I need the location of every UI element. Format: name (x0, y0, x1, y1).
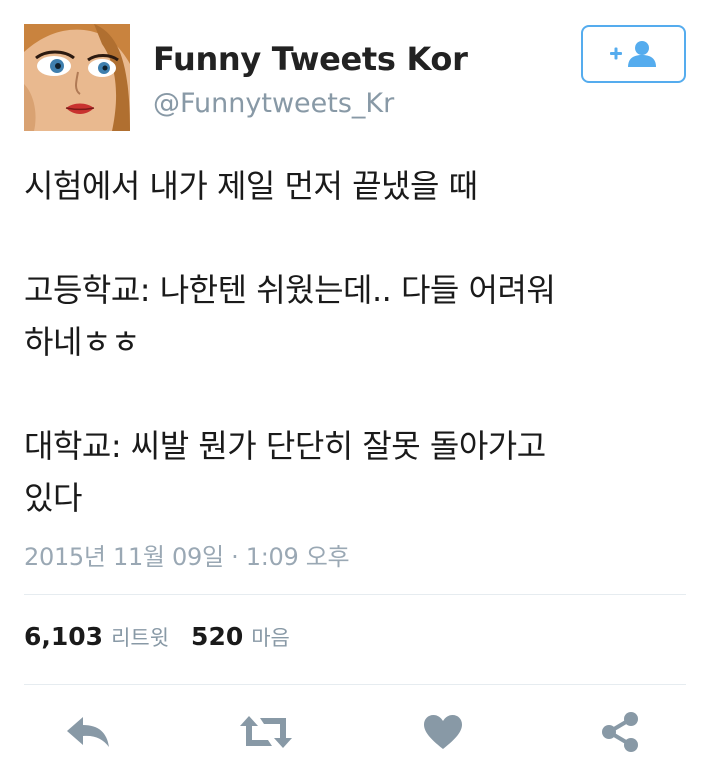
retweet-label[interactable]: 리트윗 (111, 622, 169, 652)
divider (24, 684, 686, 685)
avatar[interactable] (24, 24, 130, 131)
tweet-line: 고등학교: 나한텐 쉬웠는데.. 다들 어려워 (24, 271, 556, 309)
tweet-line-break (24, 212, 694, 264)
like-count[interactable]: 520 (191, 622, 243, 651)
tweet-stats: 6,103 리트윗 520 마음 (24, 622, 312, 652)
tweet-line: 시험에서 내가 제일 먼저 끝냈을 때 (24, 167, 478, 205)
tweet-timestamp[interactable]: 2015년 11월 09일 · 1:09 오후 (24, 537, 350, 572)
tweet-actions (0, 704, 710, 760)
add-user-icon (609, 41, 656, 67)
retweet-icon (240, 716, 292, 748)
reply-button[interactable] (58, 704, 118, 760)
tweet-line: 하네ㅎㅎ (24, 323, 140, 361)
tweet-line-break (24, 368, 694, 420)
avatar-image (24, 24, 130, 131)
divider (24, 594, 686, 595)
tweet-line: 있다 (24, 479, 82, 517)
like-label[interactable]: 마음 (251, 622, 290, 652)
like-button[interactable] (413, 704, 473, 760)
follow-button[interactable] (581, 25, 686, 83)
display-name[interactable]: Funny Tweets Kor (153, 40, 468, 78)
tweet-line: 대학교: 씨발 뭔가 단단히 잘못 돌아가고 (24, 427, 546, 465)
share-button[interactable] (590, 704, 650, 760)
retweet-count[interactable]: 6,103 (24, 622, 103, 651)
heart-icon (424, 715, 462, 749)
user-handle[interactable]: @Funnytweets_Kr (153, 88, 394, 119)
retweet-button[interactable] (236, 704, 296, 760)
share-icon (602, 712, 638, 752)
tweet-text: 시험에서 내가 제일 먼저 끝냈을 때 고등학교: 나한텐 쉬웠는데.. 다들 … (24, 160, 694, 524)
reply-icon (67, 717, 109, 747)
